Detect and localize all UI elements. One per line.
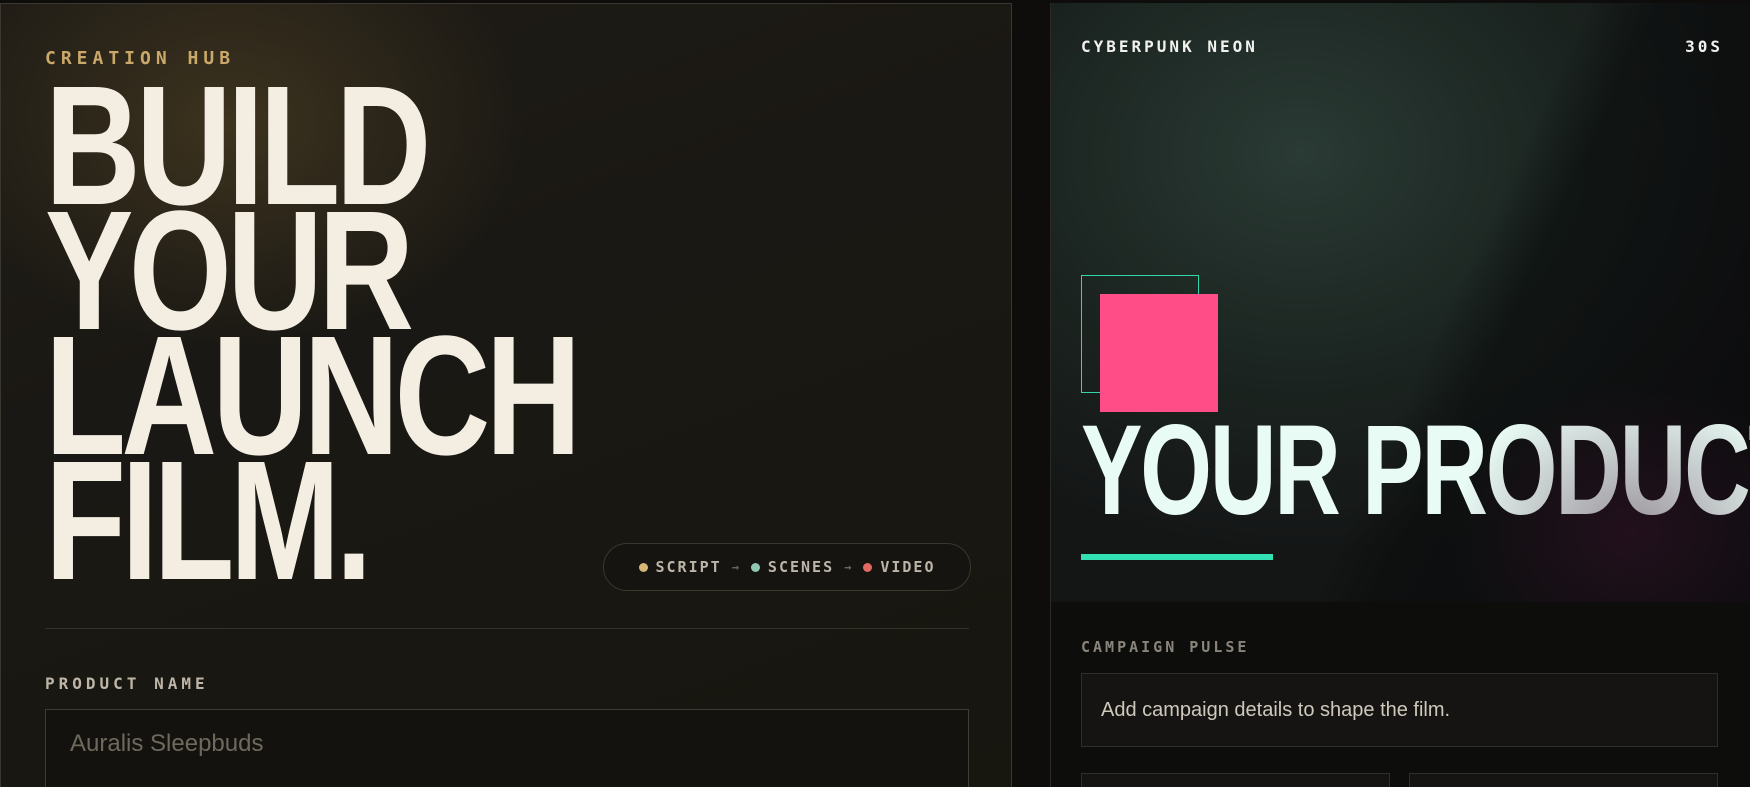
accent-bar (1081, 554, 1273, 560)
product-name-input[interactable] (45, 709, 969, 787)
campaign-pulse-text: Add campaign details to shape the film. (1101, 698, 1451, 721)
script-status-dot (638, 562, 648, 572)
campaign-pulse-label: CAMPAIGN PULSE (1081, 638, 1250, 656)
product-name-label: PRODUCT NAME (45, 674, 209, 693)
pink-square-shape (1100, 294, 1218, 412)
preview-column: CYBERPUNK NEON 30S YOUR PRODUCT CAMPAIGN… (1050, 3, 1750, 787)
style-name: CYBERPUNK NEON (1081, 37, 1258, 56)
pipeline-step-video: VIDEO (863, 558, 935, 576)
pulse-card (1081, 773, 1390, 787)
duration-badge: 30S (1685, 37, 1723, 56)
video-status-dot (863, 562, 873, 572)
pipeline-step-label: SCENES (767, 558, 835, 576)
pipeline-steps: SCRIPT → SCENES → VIDEO (603, 543, 971, 591)
campaign-pulse-message: Add campaign details to shape the film. (1081, 673, 1718, 747)
creation-hub-panel: CREATION HUB BUILD YOUR LAUNCH FILM. SCR… (0, 3, 1012, 787)
hero-headline: BUILD YOUR LAUNCH FILM. (45, 61, 581, 606)
arrow-right-icon: → (844, 560, 854, 574)
film-preview: CYBERPUNK NEON 30S YOUR PRODUCT (1051, 3, 1750, 602)
pulse-card (1409, 773, 1718, 787)
pipeline-step-label: SCRIPT (655, 558, 722, 576)
section-divider (45, 628, 969, 629)
scenes-status-dot (750, 562, 760, 572)
arrow-right-icon: → (731, 560, 741, 574)
pipeline-step-scenes: SCENES (750, 558, 835, 576)
pipeline-step-script: SCRIPT (638, 558, 722, 576)
preview-title: YOUR PRODUCT (1081, 399, 1750, 542)
pipeline-step-label: VIDEO (880, 558, 936, 576)
